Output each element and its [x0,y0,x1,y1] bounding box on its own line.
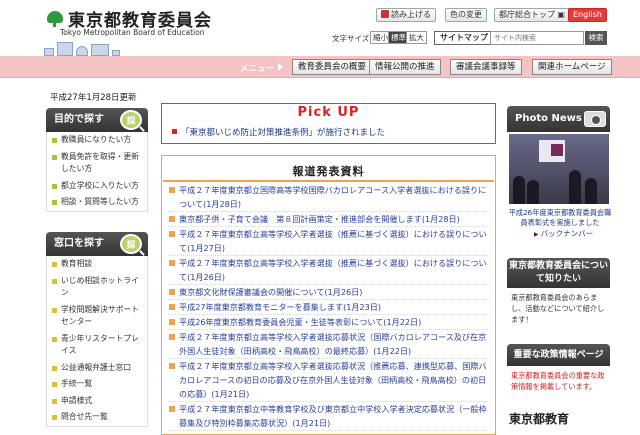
read-aloud-button[interactable]: 読み上げる [376,8,436,22]
sitemap-button[interactable]: サイトマップ [434,31,494,45]
search-input[interactable] [490,31,584,45]
tab-related-pages[interactable]: 関連ホームページ [532,59,612,75]
camera-icon [584,111,606,127]
about-board-banner[interactable]: 東京都教育委員会について知りたい [507,258,610,288]
photo-news-image[interactable] [509,134,609,204]
banner-decoration [551,144,563,156]
list-item[interactable]: 公益通報弁護士窓口 [47,360,147,377]
tab-council-minutes[interactable]: 審議会議事録等 [450,59,522,75]
press-release-box: 報道発表資料 平成２７年度東京都立国際高等学校国際バカロレアコース入学者選抜にお… [161,155,496,435]
speaker-icon [381,10,389,18]
press-release-item[interactable]: 東京都子供・子育て会議 第８回計画策定・推進部会を開催します(1月28日) [168,212,490,227]
color-change-button[interactable]: 色の変更 [445,8,487,22]
photo-caption-link[interactable]: 平成26年度東京都教育委員会職員表彰式を実施しました [508,208,612,228]
press-release-item[interactable]: 東京都文化財保護審議会の開催について(1月26日) [168,285,490,300]
list-item[interactable]: 都立学校に入りたい方 [47,178,147,195]
press-release-item[interactable]: 平成２７年度東京都立高等学校入学者選抜（推薦に基づく選抜）における誤りについて(… [168,227,490,256]
pickup-box: Pick UP 「東京都いじめ防止対策推進条例」が施行されました [161,103,496,144]
press-release-item[interactable]: 平成２７年度東京都立中等教育学校及び東京都立中学校入学者決定応募状況（一般枠募集… [168,402,490,431]
window-search-header: 窓口を探す探 [46,232,148,256]
person-figure [513,176,525,204]
list-item[interactable]: 教員免許を取得・更新したい方 [47,149,147,178]
magnifier-icon: 探 [120,234,142,254]
list-item[interactable]: 学校問題解決サポートセンター [47,302,147,331]
list-item[interactable]: 青少年リスタートプレイス [47,331,147,360]
list-item[interactable]: 申請様式 [47,393,147,410]
list-item[interactable]: いじめ相談ホットライン [47,273,147,302]
press-release-item[interactable]: 平成２７年度東京都立高等学校入学者選抜（推薦に基づく選抜）における誤りについて(… [168,256,490,285]
pickup-title: Pick UP [297,105,360,120]
tab-info-disclosure[interactable]: 情報公開の推進 [369,59,441,75]
about-board-text: 東京都教育委員会のあらまし、活動などについて紹介します！ [511,293,605,324]
press-release-item[interactable]: 平成27年度東京都教育モニターを募集します(1月23日) [168,300,490,315]
update-date: 平成27年1月28日更新 [50,93,137,103]
press-release-item[interactable]: 平成26年度東京都教育委員会児童・生徒等表彰について(1月22日) [168,315,490,330]
pickup-link[interactable]: 「東京都いじめ防止対策推進条例」が施行されました [172,126,385,138]
list-item[interactable]: 手続一覧 [47,376,147,393]
person-figure [569,170,581,204]
bottom-banner[interactable]: 東京都教育 [509,410,569,427]
list-item[interactable]: 教育相談 [47,256,147,273]
person-figure [527,180,539,204]
press-release-title: 報道発表資料 [292,165,365,178]
magnifier-icon: 探 [120,110,142,130]
tab-board-overview[interactable]: 教育委員会の概要 [292,59,373,75]
font-size-label: 文字サイズ [332,34,370,43]
press-release-item[interactable]: 平成２７年度東京都立高等学校入学者選抜応募状況（推薦応募、連携型応募、国際バカロ… [168,359,490,402]
person-figure [585,178,597,204]
header-building-illustration [44,36,164,56]
press-release-item[interactable]: 平成２７年度東京都立国際高等学校国際バカロレアコース入学者選抜における誤りについ… [168,183,490,212]
global-nav: メニュー 教育委員会の概要 情報公開の推進 審議会議事録等 関連ホームページ [0,56,640,78]
english-button[interactable]: English [568,8,607,22]
window-search-box: 窓口を探す探 教育相談 いじめ相談ホットライン 学校問題解決サポートセンター 青… [46,232,148,427]
back-number-link[interactable]: バックナンバー [534,228,594,239]
font-size-large-button[interactable]: 拡大 [406,31,427,44]
search-button[interactable]: 検索 [585,31,607,45]
policy-info-banner[interactable]: 重要な政策情報ページ [507,344,610,366]
list-item[interactable]: 相談・質問等したい方 [47,194,147,211]
divider [163,180,494,182]
site-header: 東京都教育委員会 Tokyo Metropolitan Board of Edu… [0,0,640,56]
nav-menu-label: メニュー [240,62,283,74]
gov-top-button[interactable]: 都庁総合トップ ▣ [494,8,571,22]
press-release-list: 平成２７年度東京都立国際高等学校国際バカロレアコース入学者選抜における誤りについ… [168,183,490,431]
external-link-icon: ▣ [557,10,566,19]
list-item[interactable]: 教職員になりたい方 [47,132,147,149]
policy-info-text: 東京都教育委員会の重要な政策情報を掲載しています。 [511,371,605,391]
purpose-search-header: 目的で探す探 [46,108,148,132]
press-release-item[interactable]: 平成２７年度東京都立高等学校入学者選抜応募状況（国際バカロレアコース及び在京外国… [168,330,490,359]
list-item[interactable]: 問合せ先一覧 [47,409,147,426]
ginkgo-logo-icon [46,10,64,27]
purpose-search-box: 目的で探す探 教職員になりたい方 教員免許を取得・更新したい方 都立学校に入りた… [46,108,148,212]
